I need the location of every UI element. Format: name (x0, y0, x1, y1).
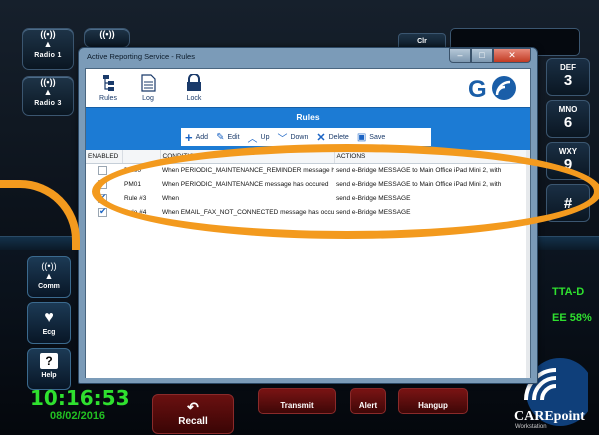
add-label: Add (195, 133, 209, 141)
maximize-icon[interactable]: □ (471, 48, 493, 63)
rules-tree-icon (103, 75, 114, 91)
rules-panel-title: Rules (296, 112, 320, 122)
dialog-title: Active Reporting Service - Rules (87, 52, 195, 61)
antenna-icon: ((•)) (99, 29, 115, 39)
antenna-icon: ((•)) (40, 29, 56, 39)
add-button[interactable]: + Add (185, 130, 208, 145)
plus-icon: + (185, 129, 193, 145)
keypad-number: 3 (563, 72, 573, 89)
edit-button[interactable]: ✎ Edit (216, 132, 239, 143)
col-enabled[interactable]: ENABLED (86, 150, 123, 164)
date: 08/02/2016 (50, 410, 106, 422)
toolbar-rules-label: Rules (99, 95, 117, 102)
keypad-def[interactable]: DEF 3 (546, 58, 590, 96)
keypad-mno[interactable]: MNO 6 (546, 100, 590, 138)
question-icon: ? (40, 353, 58, 369)
ecg-label: Ecg (42, 329, 56, 336)
x-delete-icon: ✕ (316, 131, 326, 144)
down-label: Down (290, 133, 309, 141)
close-icon[interactable]: ✕ (493, 48, 531, 63)
highlight-ellipse (92, 144, 599, 239)
save-button[interactable]: ▣ Save (357, 132, 385, 143)
radio-1-label: Radio 1 (34, 52, 62, 59)
down-button[interactable]: ﹀ Down (277, 130, 308, 145)
window-controls: – □ ✕ (449, 48, 531, 63)
lock-icon (187, 74, 201, 91)
heart-icon: ♥ (44, 309, 54, 326)
dialog-titlebar[interactable]: Active Reporting Service - Rules – □ ✕ (79, 48, 537, 68)
keypad-letters: DEF (560, 63, 576, 72)
chevron-down-icon: ﹀ (277, 133, 288, 145)
brand-name: CAREpoint (514, 409, 585, 424)
transmit-button[interactable]: Transmit (258, 388, 336, 414)
pencil-icon: ✎ (216, 131, 225, 143)
brand-sub: Workstation (515, 424, 547, 430)
document-icon (141, 74, 156, 92)
antenna-icon: ((•)) (40, 77, 56, 87)
status-text-1: TTA-D (552, 286, 585, 298)
toolbar-log-button[interactable]: Log (128, 74, 168, 102)
svg-text:G: G (468, 76, 487, 101)
antenna-icon: ((•)) (41, 261, 57, 271)
radio-3-label: Radio 3 (34, 100, 62, 107)
comm-button[interactable]: ((•)) ▲ Comm (27, 256, 71, 298)
comm-label: Comm (38, 283, 60, 290)
save-label: Save (369, 133, 386, 141)
recall-button[interactable]: ↶ Recall (152, 394, 234, 434)
up-label: Up (260, 133, 270, 141)
up-button[interactable]: ︿ Up (248, 130, 270, 145)
status-text-2: EE 58% (552, 312, 592, 324)
help-label: Help (41, 372, 57, 379)
ecg-button[interactable]: ♥ Ecg (27, 302, 71, 344)
delete-label: Delete (328, 133, 349, 141)
rules-actions-bar: + Add ✎ Edit ︿ Up ﹀ Down ✕ Delete ▣ Save (181, 128, 431, 146)
toolbar-lock-label: Lock (186, 95, 202, 102)
edit-label: Edit (227, 133, 240, 141)
keypad-letters: WXY (558, 147, 578, 156)
floppy-save-icon: ▣ (356, 131, 367, 143)
g-brand-logo-icon: G (462, 75, 522, 101)
clock: 10:16:53 (30, 386, 130, 410)
chevron-up-icon: ︿ (247, 133, 258, 145)
dialog-toolbar: Rules Log Lock G (86, 69, 530, 107)
undo-arrow-icon: ↶ (187, 399, 199, 415)
enabled-checkbox[interactable] (98, 206, 107, 217)
toolbar-rules-button[interactable]: Rules (88, 74, 128, 102)
delete-button[interactable]: ✕ Delete (316, 131, 348, 144)
enabled-checkbox[interactable] (98, 165, 107, 175)
toolbar-log-label: Log (142, 95, 154, 102)
alert-button[interactable]: Alert (350, 388, 386, 414)
keypad-number: 6 (563, 114, 573, 131)
radio-1-button[interactable]: ((•)) ▲ Radio 1 (22, 28, 74, 70)
radio-3-button[interactable]: ((•)) ▲ Radio 3 (22, 76, 74, 116)
hangup-button[interactable]: Hangup (398, 388, 468, 414)
recall-label: Recall (178, 416, 208, 427)
radio-button-2[interactable]: ((•)) (84, 28, 130, 48)
toolbar-lock-button[interactable]: Lock (174, 74, 214, 102)
minimize-icon[interactable]: – (449, 48, 471, 63)
keypad-letters: MNO (558, 105, 578, 114)
help-button[interactable]: ? Help (27, 348, 71, 390)
